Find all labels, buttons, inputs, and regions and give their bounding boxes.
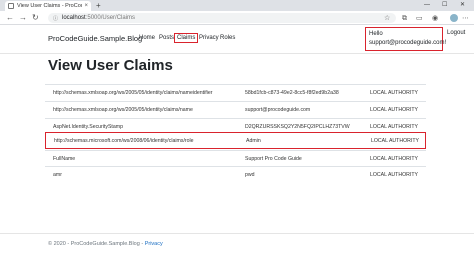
tab-title: View User Claims - ProCodeGuid	[17, 3, 82, 9]
claim-type: amr	[53, 172, 62, 178]
app-navbar: ProCodeGuide.Sample.Blog Home Posts Clai…	[0, 25, 474, 54]
url-path: :5000/User/Claims	[85, 15, 136, 21]
favorites-star-icon[interactable]: ☆	[384, 14, 390, 23]
claim-value: Admin	[246, 138, 261, 144]
footer-copyright: © 2020 - ProCodeGuide.Sample.Blog -	[48, 241, 145, 247]
minimize-window-button[interactable]: —	[424, 0, 430, 10]
back-icon[interactable]: ←	[6, 13, 14, 23]
claim-type: http://schemas.xmlsoap.org/ws/2005/05/id…	[53, 107, 193, 113]
collections-icon[interactable]: ▭	[416, 14, 423, 23]
page-title: View User Claims	[48, 57, 173, 74]
maximize-window-button[interactable]: ☐	[442, 0, 447, 10]
claim-value: 58bd1fcb-c873-49e2-8cc5-f8f2ed9b2a38	[245, 90, 339, 96]
page-footer: © 2020 - ProCodeGuide.Sample.Blog - Priv…	[0, 233, 474, 254]
claim-issuer: LOCAL AUTHORITY	[370, 156, 418, 162]
logout-button[interactable]: Logout	[447, 30, 465, 36]
url-text: localhost:5000/User/Claims	[62, 15, 135, 21]
claim-value: Support Pro Code Guide	[245, 156, 302, 162]
page-favicon-icon	[8, 3, 14, 9]
more-icon[interactable]: ⋯	[462, 14, 469, 23]
address-bar[interactable]: ⓘ localhost:5000/User/Claims	[48, 13, 396, 23]
browser-tab-strip: View User Claims - ProCodeGuid × + — ☐ ✕	[0, 0, 474, 11]
close-window-button[interactable]: ✕	[460, 0, 465, 10]
table-row: FullName Support Pro Code Guide LOCAL AU…	[45, 150, 426, 167]
nav-link-home[interactable]: Home	[139, 35, 155, 41]
claim-issuer: LOCAL AUTHORITY	[370, 172, 418, 178]
nav-link-posts[interactable]: Posts	[159, 35, 174, 41]
claim-type: FullName	[53, 156, 76, 162]
refresh-icon[interactable]: ↻	[32, 13, 39, 23]
claim-value: support@procodeguide.com	[245, 107, 311, 113]
new-tab-button[interactable]: +	[96, 1, 101, 10]
extensions-icon[interactable]: ⧉	[402, 14, 407, 23]
user-email: support@procodeguide.com!	[369, 40, 447, 46]
forward-icon[interactable]: →	[19, 13, 27, 23]
footer-privacy-link[interactable]: Privacy	[145, 241, 163, 247]
nav-link-claims[interactable]: Claims	[174, 33, 199, 43]
table-row: http://schemas.xmlsoap.org/ws/2005/05/id…	[45, 84, 426, 101]
claim-issuer: LOCAL AUTHORITY	[370, 107, 418, 113]
user-greeting[interactable]: Hello support@procodeguide.com!	[365, 27, 447, 51]
profile-avatar-icon[interactable]	[450, 14, 458, 22]
table-row-role-highlighted: http://schemas.microsoft.com/ws/2008/06/…	[45, 132, 426, 149]
lock-icon[interactable]: ⓘ	[53, 15, 58, 22]
brand-link[interactable]: ProCodeGuide.Sample.Blog	[48, 34, 142, 43]
claim-value: D2QRZURSSKSQ2Y2N5FQ2IPCLHZ73TVW	[245, 124, 350, 130]
claim-issuer: LOCAL AUTHORITY	[370, 90, 418, 96]
browser-tab[interactable]: View User Claims - ProCodeGuid ×	[5, 1, 91, 11]
nav-link-roles[interactable]: Roles	[220, 35, 235, 41]
close-tab-icon[interactable]: ×	[84, 3, 88, 9]
claim-issuer: LOCAL AUTHORITY	[370, 124, 418, 130]
footer-text: © 2020 - ProCodeGuide.Sample.Blog - Priv…	[48, 241, 163, 247]
extension-icon[interactable]: ◉	[432, 14, 438, 23]
claim-type: http://schemas.microsoft.com/ws/2008/06/…	[54, 138, 194, 144]
nav-link-privacy[interactable]: Privacy	[199, 35, 219, 41]
claim-issuer: LOCAL AUTHORITY	[371, 138, 419, 144]
browser-toolbar: ← → ↻ ⓘ localhost:5000/User/Claims ☆ ⧉ ▭…	[0, 11, 474, 25]
hello-text: Hello	[369, 31, 383, 37]
url-host: localhost	[62, 15, 86, 21]
claim-type: AspNet.Identity.SecurityStamp	[53, 124, 123, 130]
claim-type: http://schemas.xmlsoap.org/ws/2005/05/id…	[53, 90, 213, 96]
table-row: http://schemas.xmlsoap.org/ws/2005/05/id…	[45, 101, 426, 118]
claim-value: pwd	[245, 172, 255, 178]
table-row: amr pwd LOCAL AUTHORITY	[45, 166, 426, 183]
